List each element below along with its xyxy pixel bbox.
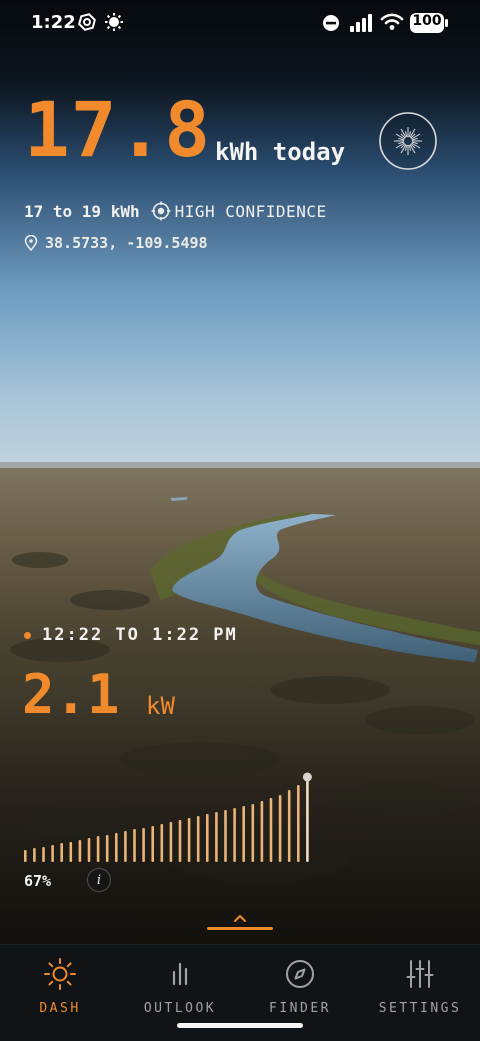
confidence-label: HIGH CONFIDENCE bbox=[174, 201, 327, 221]
power-bar-chart[interactable] bbox=[0, 770, 480, 870]
hour-bar bbox=[215, 812, 218, 862]
hour-bar bbox=[269, 798, 273, 862]
hour-bar bbox=[60, 843, 63, 862]
tab-dash[interactable]: DASH bbox=[5, 957, 115, 1016]
status-time: 1:22 bbox=[31, 12, 76, 33]
hour-bar bbox=[178, 820, 182, 862]
energy-range-row: 17 to 19 kWh HIGH CONFIDENCE bbox=[24, 201, 327, 221]
hour-bar bbox=[233, 808, 236, 862]
current-power-value: 2.1 bbox=[22, 663, 120, 726]
time-window-label: 12:22 TO 1:22 PM bbox=[42, 625, 238, 645]
hour-bar bbox=[69, 842, 73, 862]
home-indicator[interactable] bbox=[177, 1023, 303, 1028]
location-row[interactable]: 38.5733, -109.5498 bbox=[24, 234, 208, 252]
hour-bar bbox=[287, 790, 291, 862]
tab-dash-label: DASH bbox=[39, 1001, 81, 1016]
hour-bar bbox=[142, 828, 145, 862]
hour-bar bbox=[87, 838, 91, 862]
brightness-icon bbox=[104, 12, 124, 36]
target-icon bbox=[151, 201, 171, 221]
chevron-up-icon bbox=[234, 915, 246, 922]
tab-settings-label: SETTINGS bbox=[378, 1001, 462, 1016]
hour-bar bbox=[42, 847, 45, 862]
coordinates: 38.5733, -109.5498 bbox=[45, 234, 208, 252]
hour-bar bbox=[278, 795, 282, 862]
compass-icon bbox=[286, 960, 314, 988]
hour-bar bbox=[24, 850, 27, 862]
hour-bar bbox=[124, 831, 127, 862]
sun-icon bbox=[44, 958, 76, 990]
battery-level: 100 bbox=[412, 13, 442, 29]
signal-icon bbox=[350, 14, 372, 36]
hour-bar bbox=[133, 829, 136, 862]
tab-outlook[interactable]: OUTLOOK bbox=[125, 957, 235, 1016]
hour-bar bbox=[297, 785, 300, 862]
status-bar: 1:22 100 bbox=[0, 0, 480, 48]
bar-chart-icon bbox=[172, 962, 188, 986]
sliders-icon bbox=[406, 960, 434, 988]
handle-bar bbox=[207, 927, 273, 930]
hour-bar bbox=[105, 835, 109, 862]
wifi-icon bbox=[380, 13, 404, 35]
tab-settings[interactable]: SETTINGS bbox=[365, 957, 475, 1016]
capacity-percent: 67% bbox=[24, 872, 52, 890]
tab-finder-label: FINDER bbox=[269, 1001, 331, 1016]
do-not-disturb-icon bbox=[322, 14, 340, 36]
hour-bar bbox=[242, 806, 245, 862]
hour-bar bbox=[151, 826, 154, 862]
hour-bar bbox=[115, 833, 118, 862]
hour-bar bbox=[51, 845, 54, 862]
hour-bar bbox=[169, 822, 173, 862]
hour-bar bbox=[187, 818, 191, 862]
sun-dial-icon[interactable] bbox=[378, 111, 438, 171]
hour-bar bbox=[33, 848, 36, 862]
energy-today-unit: kWh today bbox=[215, 138, 346, 166]
time-window: 12:22 TO 1:22 PM bbox=[24, 625, 238, 645]
window-dot bbox=[24, 631, 31, 639]
energy-today-value: 17.8 bbox=[24, 85, 212, 174]
hour-bar bbox=[206, 814, 209, 862]
hour-bar bbox=[251, 804, 255, 862]
hour-bar bbox=[224, 810, 227, 862]
current-power-unit: kW bbox=[146, 692, 175, 720]
hour-bar bbox=[96, 836, 100, 862]
hour-bar bbox=[260, 801, 264, 862]
current-hour-marker bbox=[302, 772, 312, 782]
hour-bar bbox=[196, 816, 200, 862]
hour-bar bbox=[160, 824, 164, 862]
expand-handle[interactable] bbox=[207, 908, 273, 932]
tab-outlook-label: OUTLOOK bbox=[143, 1001, 217, 1016]
hour-bar bbox=[78, 840, 82, 862]
current-hour-bar bbox=[306, 779, 309, 862]
nfc-icon bbox=[78, 12, 96, 36]
location-pin-icon bbox=[24, 235, 38, 251]
info-button[interactable]: i bbox=[87, 868, 111, 892]
tab-finder[interactable]: FINDER bbox=[245, 957, 355, 1016]
energy-range: 17 to 19 kWh bbox=[24, 201, 140, 221]
